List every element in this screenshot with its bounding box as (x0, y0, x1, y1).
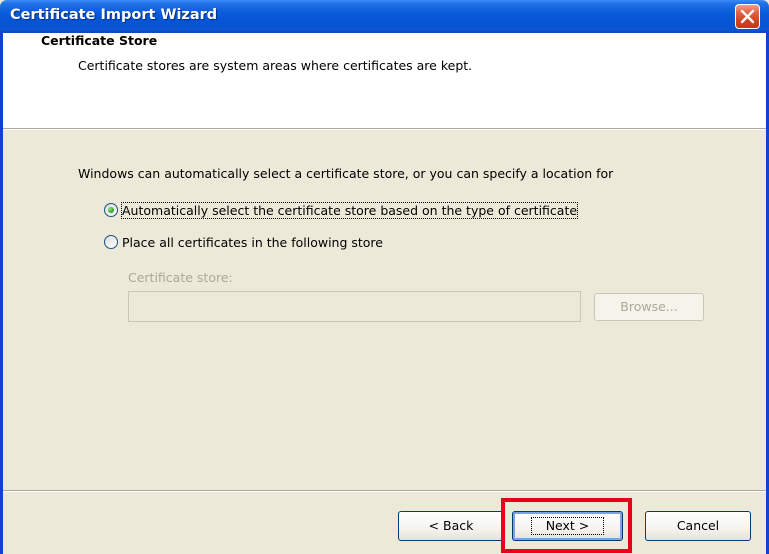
close-button[interactable] (735, 4, 760, 29)
radio-button-checked[interactable] (104, 203, 118, 217)
certificate-import-wizard-window: Certificate Import Wizard Certificate St… (0, 0, 769, 554)
certificate-store-label: Certificate store: (128, 270, 233, 285)
title-bar: Certificate Import Wizard (0, 0, 769, 33)
page-title: Certificate Store (41, 33, 158, 48)
window-title: Certificate Import Wizard (10, 7, 218, 23)
header-divider-highlight (3, 129, 766, 130)
radio-auto-select[interactable]: Automatically select the certificate sto… (104, 201, 579, 219)
back-button[interactable]: < Back (398, 511, 504, 541)
browse-button: Browse... (594, 293, 704, 321)
radio-place-in-store-label[interactable]: Place all certificates in the following … (122, 235, 383, 250)
page-subtitle: Certificate stores are system areas wher… (78, 58, 473, 73)
certificate-store-field (128, 291, 581, 322)
cancel-button[interactable]: Cancel (645, 511, 751, 541)
intro-text: Windows can automatically select a certi… (78, 166, 614, 181)
radio-button-unchecked[interactable] (104, 235, 118, 249)
radio-place-in-store[interactable]: Place all certificates in the following … (104, 233, 383, 251)
next-button-highlight-box (501, 498, 632, 553)
radio-auto-select-label[interactable]: Automatically select the certificate sto… (120, 201, 579, 219)
footer-divider-highlight (3, 491, 766, 492)
